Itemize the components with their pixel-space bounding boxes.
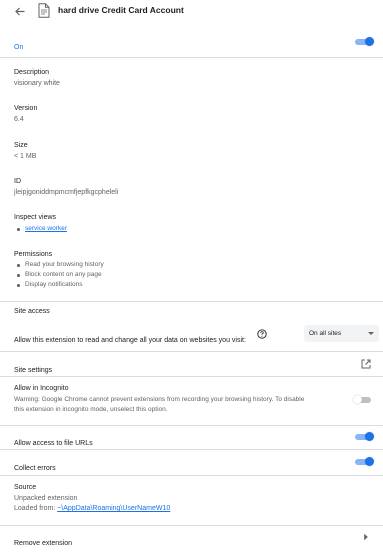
divider — [0, 351, 383, 352]
incognito-toggle[interactable] — [353, 395, 372, 404]
on-row: On — [0, 36, 383, 51]
description-label: Description — [14, 69, 50, 76]
source-section: Source Unpacked extension Loaded from: ~… — [0, 483, 383, 514]
inspect-views-list: service worker — [14, 224, 369, 234]
permission-item: Display notifications — [14, 280, 369, 290]
page-header: hard drive Credit Card Account — [0, 0, 383, 22]
incognito-warning-line2: this extension in incognito mode, unsele… — [14, 406, 168, 413]
permissions-list: Read your browsing history Block content… — [14, 260, 369, 290]
incognito-section: Allow in Incognito Warning: Google Chrom… — [0, 384, 383, 415]
version-value: 6.4 — [14, 116, 24, 123]
collect-errors-toggle[interactable] — [355, 457, 374, 466]
toggle-knob — [365, 432, 374, 441]
incognito-label: Allow in Incognito — [14, 385, 69, 392]
extension-enabled-toggle[interactable] — [355, 37, 374, 46]
inspect-views-section: Inspect views service worker — [0, 213, 383, 234]
site-access-text: Allow this extension to read and change … — [14, 337, 246, 344]
permission-item: Read your browsing history — [14, 260, 369, 270]
divider — [0, 475, 383, 476]
list-item: service worker — [14, 224, 369, 234]
arrow-left-icon — [15, 7, 25, 15]
id-value: jleipjgoniddmpmcmfjepfkgcpheleli — [14, 189, 119, 196]
divider — [0, 525, 383, 526]
help-circle-icon[interactable] — [257, 329, 267, 339]
loaded-from-path-link[interactable]: ~\AppData\Roaming\UserNameW10 — [57, 505, 170, 512]
source-label: Source — [14, 484, 37, 491]
site-access-select[interactable]: On all sites — [304, 325, 379, 342]
toggle-knob — [365, 37, 374, 46]
permission-item: Block content on any page — [14, 270, 369, 280]
file-urls-toggle[interactable] — [355, 432, 374, 441]
file-urls-label: Allow access to file URLs — [14, 440, 93, 447]
collect-errors-row: Collect errors — [0, 457, 383, 475]
site-access-label: Site access — [14, 308, 50, 315]
chevron-down-icon — [368, 332, 374, 335]
permissions-label: Permissions — [14, 251, 53, 258]
collect-errors-label: Collect errors — [14, 465, 56, 472]
site-settings-label: Site settings — [14, 367, 53, 374]
site-settings-row[interactable]: Site settings — [0, 359, 383, 374]
divider — [0, 301, 383, 302]
id-section: ID jleipjgoniddmpmcmfjepfkgcpheleli — [0, 177, 383, 198]
divider — [0, 449, 383, 450]
back-button[interactable] — [12, 4, 28, 18]
remove-extension-row[interactable]: Remove extension — [0, 532, 383, 547]
source-type: Unpacked extension — [14, 495, 78, 502]
document-icon — [38, 3, 50, 18]
description-value: visionary white — [14, 80, 60, 87]
size-section: Size < 1 MB — [0, 141, 383, 162]
divider — [0, 57, 383, 58]
site-access-section: Site access — [0, 307, 383, 317]
loaded-from-label: Loaded from: — [14, 505, 58, 512]
on-label: On — [14, 44, 24, 51]
size-label: Size — [14, 142, 28, 149]
size-value: < 1 MB — [14, 153, 37, 160]
open-in-new-icon[interactable] — [361, 359, 371, 369]
file-urls-row: Allow access to file URLs — [0, 432, 383, 450]
incognito-warning-line1: Warning: Google Chrome cannot prevent ex… — [14, 396, 305, 403]
toggle-knob — [353, 395, 362, 404]
toggle-knob — [365, 457, 374, 466]
remove-extension-label: Remove extension — [14, 540, 72, 547]
page-title: hard drive Credit Card Account — [58, 5, 184, 15]
version-label: Version — [14, 105, 38, 112]
version-section: Version 6.4 — [0, 104, 383, 125]
permissions-section: Permissions Read your browsing history B… — [0, 250, 383, 290]
description-section: Description visionary white — [0, 68, 383, 89]
inspect-views-label: Inspect views — [14, 214, 57, 221]
site-access-select-value: On all sites — [309, 330, 342, 337]
service-worker-link[interactable]: service worker — [25, 225, 67, 232]
divider — [0, 425, 383, 426]
divider — [0, 376, 383, 377]
id-label: ID — [14, 178, 21, 185]
chevron-right-icon[interactable] — [363, 533, 369, 541]
source-loaded-from: Loaded from: ~\AppData\Roaming\UserNameW… — [14, 504, 369, 514]
